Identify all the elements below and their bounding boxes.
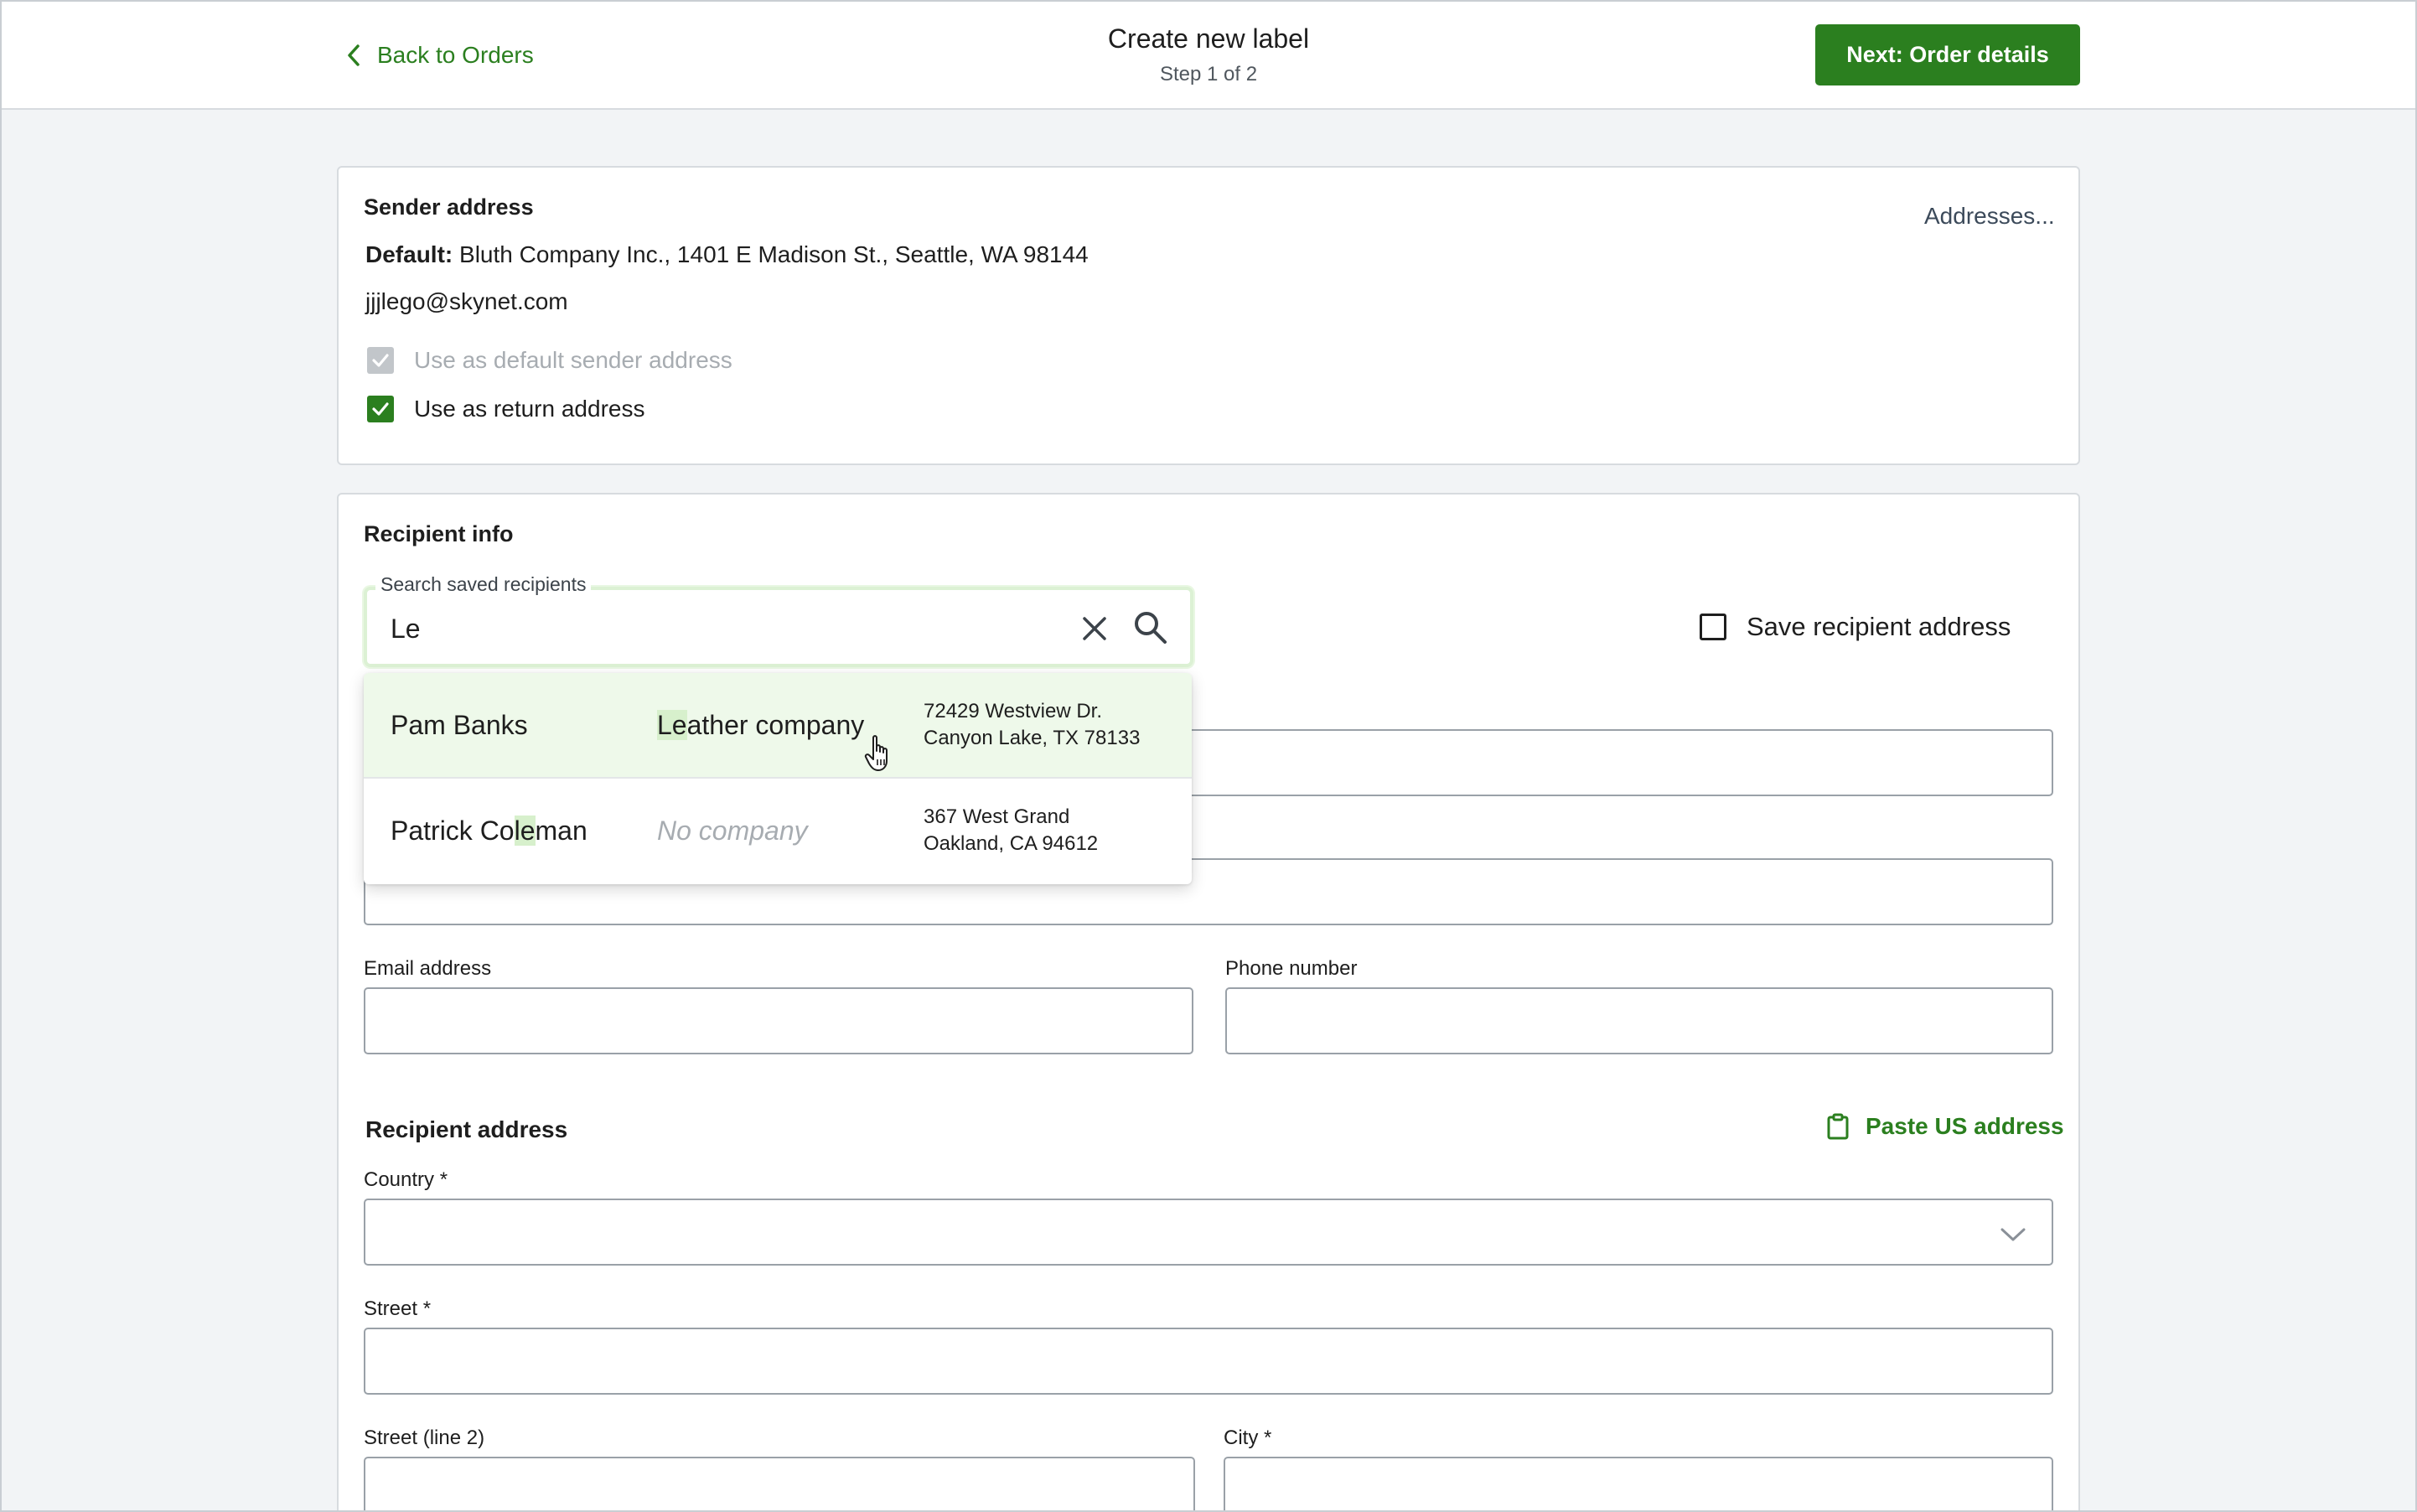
top-bar: Back to Orders Create new label Step 1 o… xyxy=(0,0,2417,110)
paste-us-address-link[interactable]: Paste US address xyxy=(1827,1113,2064,1140)
phone-input[interactable] xyxy=(1225,987,2053,1054)
email-input[interactable] xyxy=(364,987,1193,1054)
result-address: 367 West Grand Oakland, CA 94612 xyxy=(924,804,1098,857)
country-select[interactable] xyxy=(364,1199,2053,1266)
sender-address-heading: Sender address xyxy=(364,194,534,220)
default-prefix: Default: xyxy=(365,241,453,267)
result-address-line1: 367 West Grand xyxy=(924,805,1070,828)
street-input[interactable] xyxy=(364,1328,2053,1395)
search-saved-recipients-label: Search saved recipients xyxy=(375,573,592,596)
save-recipient-label: Save recipient address xyxy=(1747,612,2011,641)
sender-email: jjjlego@skynet.com xyxy=(365,288,568,314)
default-sender-label: Use as default sender address xyxy=(414,347,732,373)
result-address: 72429 Westview Dr. Canyon Lake, TX 78133 xyxy=(924,698,1140,752)
result-company: No company xyxy=(657,816,808,846)
result-address-line1: 72429 Westview Dr. xyxy=(924,700,1102,722)
recipient-search-results: Pam Banks Leather company 72429 Westview… xyxy=(364,673,1192,884)
hand-cursor-icon xyxy=(864,735,888,771)
match-highlight: Le xyxy=(657,710,687,740)
next-order-details-button[interactable]: Next: Order details xyxy=(1815,24,2080,85)
street2-input[interactable] xyxy=(364,1457,1195,1512)
result-company-rest: ather company xyxy=(686,710,865,740)
result-name: Patrick Coleman xyxy=(391,816,587,847)
back-to-orders-label: Back to Orders xyxy=(377,42,534,68)
search-query-value: Le xyxy=(391,614,421,644)
result-name: Pam Banks xyxy=(391,710,528,740)
default-sender-address: Default: Bluth Company Inc., 1401 E Madi… xyxy=(365,241,1089,268)
title-block: Create new label Step 1 of 2 xyxy=(957,22,1460,87)
match-highlight: le xyxy=(514,816,536,846)
chevron-down-icon xyxy=(2000,1228,2026,1241)
addresses-link[interactable]: Addresses... xyxy=(1924,203,2055,230)
recipient-info-heading: Recipient info xyxy=(364,521,514,546)
return-address-checkbox-row: Use as return address xyxy=(367,396,644,422)
result-name-end: man xyxy=(535,816,587,846)
page-title: Create new label xyxy=(1107,23,1310,54)
phone-label: Phone number xyxy=(1225,957,1358,980)
step-indicator: Step 1 of 2 xyxy=(1159,63,1258,85)
recipient-result-item[interactable]: Pam Banks Leather company 72429 Westview… xyxy=(364,673,1192,779)
return-address-label: Use as return address xyxy=(414,396,645,422)
sender-address-card: Sender address Addresses... Default: Blu… xyxy=(337,166,2080,465)
checkmark-icon xyxy=(372,354,389,367)
return-address-checkbox[interactable] xyxy=(367,396,394,422)
result-name-start: Patrick Co xyxy=(391,816,515,846)
street-label: Street * xyxy=(364,1297,432,1320)
recipient-result-item[interactable]: Patrick Coleman No company 367 West Gran… xyxy=(364,779,1192,884)
street2-label: Street (line 2) xyxy=(364,1427,485,1449)
email-label: Email address xyxy=(364,957,492,980)
save-recipient-checkbox[interactable] xyxy=(1700,614,1726,640)
default-sender-checkbox[interactable] xyxy=(367,347,394,374)
paste-us-address-label: Paste US address xyxy=(1866,1113,2064,1139)
result-address-line2: Oakland, CA 94612 xyxy=(924,832,1099,855)
back-to-orders-link[interactable]: Back to Orders xyxy=(345,37,534,74)
clipboard-icon xyxy=(1827,1113,1849,1140)
chevron-left-icon xyxy=(348,44,360,66)
clear-icon[interactable] xyxy=(1078,612,1111,645)
default-sender-checkbox-row: Use as default sender address xyxy=(367,347,732,374)
checkmark-icon xyxy=(372,402,389,416)
save-recipient-checkbox-row: Save recipient address xyxy=(1700,612,2011,642)
result-address-line2: Canyon Lake, TX 78133 xyxy=(924,727,1141,749)
city-label: City * xyxy=(1224,1427,1272,1449)
recipient-address-heading: Recipient address xyxy=(365,1116,568,1142)
default-address-text: Bluth Company Inc., 1401 E Madison St., … xyxy=(459,241,1089,267)
search-saved-recipients-input[interactable]: Search saved recipients Le xyxy=(364,573,1193,667)
result-company: Leather company xyxy=(657,710,864,741)
search-icon[interactable] xyxy=(1131,608,1168,645)
country-label: Country * xyxy=(364,1168,448,1191)
city-input[interactable] xyxy=(1224,1457,2053,1512)
